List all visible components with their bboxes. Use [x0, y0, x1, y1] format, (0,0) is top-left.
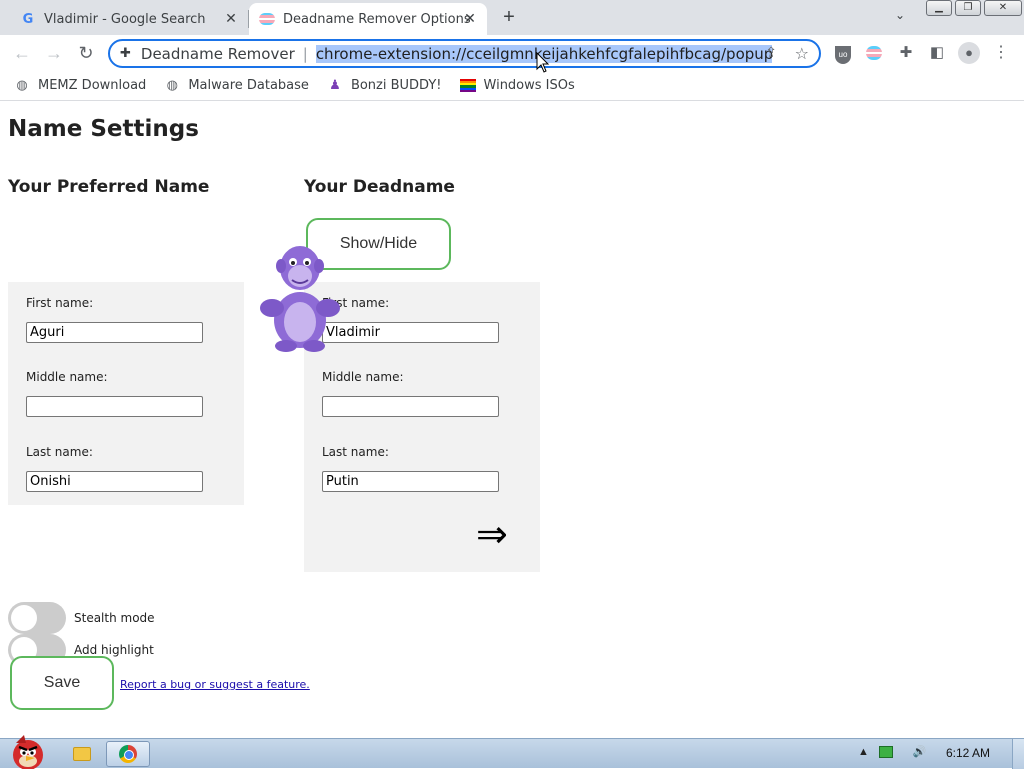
- tab-search-chevron-icon[interactable]: ⌄: [895, 8, 905, 22]
- preferred-last-name-input[interactable]: [26, 471, 203, 492]
- window-controls: ▁ ❐ ✕: [926, 0, 1024, 18]
- show-desktop-button[interactable]: [1012, 739, 1024, 769]
- taskbar-explorer[interactable]: [60, 741, 104, 767]
- deadname-heading: Your Deadname: [304, 177, 455, 197]
- preferred-name-panel: First name: Middle name: Last name:: [8, 282, 244, 505]
- tab-strip: G Vladimir - Google Search ✕ Deadname Re…: [0, 0, 1024, 35]
- window-close-button[interactable]: ✕: [984, 0, 1022, 16]
- bookmark-malware-database[interactable]: ◍ Malware Database: [164, 78, 309, 94]
- tab-google-search[interactable]: G Vladimir - Google Search ✕: [10, 3, 248, 35]
- share-icon[interactable]: ⇪: [765, 45, 777, 61]
- site-name: Deadname Remover: [140, 44, 295, 63]
- taskbar: ▲ 🔊 6:12 AM: [0, 735, 1024, 769]
- stealth-mode-toggle[interactable]: [8, 602, 66, 634]
- page-title: Name Settings: [8, 116, 199, 142]
- google-g-icon: G: [22, 11, 34, 27]
- middle-name-label: Middle name:: [26, 370, 108, 384]
- add-highlight-label: Add highlight: [74, 643, 154, 657]
- bookmarks-bar: ◍ MEMZ Download ◍ Malware Database ♟ Bon…: [0, 71, 1024, 101]
- system-tray: ▲ 🔊: [858, 745, 937, 758]
- deadname-last-name-input[interactable]: [322, 471, 499, 492]
- save-button[interactable]: Save: [10, 656, 114, 710]
- side-panel-icon[interactable]: ◧: [926, 42, 948, 64]
- new-tab-button[interactable]: +: [497, 6, 521, 30]
- volume-icon[interactable]: 🔊: [913, 745, 927, 758]
- stealth-mode-label: Stealth mode: [74, 611, 155, 625]
- close-icon[interactable]: ✕: [461, 10, 479, 28]
- trans-flag-icon: [259, 13, 275, 25]
- omnibox-divider: |: [302, 44, 308, 63]
- globe-icon: ◍: [16, 78, 28, 93]
- bookmark-label: Malware Database: [188, 78, 309, 93]
- bookmark-memz-download[interactable]: ◍ MEMZ Download: [14, 78, 146, 94]
- show-hidden-icons-icon[interactable]: ▲: [858, 746, 869, 758]
- back-arrow-icon[interactable]: ←: [10, 41, 34, 65]
- profile-avatar-icon[interactable]: ●: [958, 42, 980, 64]
- extensions-puzzle-icon[interactable]: ✚: [895, 42, 917, 64]
- kebab-menu-icon[interactable]: ⋮: [990, 42, 1012, 64]
- report-bug-link[interactable]: Report a bug or suggest a feature.: [120, 678, 310, 691]
- stealth-mode-toggle-row: Stealth mode: [8, 602, 155, 634]
- first-name-label: First name:: [26, 296, 94, 310]
- deadname-first-name-input[interactable]: [322, 322, 499, 343]
- address-bar[interactable]: ✚ Deadname Remover | chrome-extension://…: [108, 39, 821, 68]
- globe-icon: ◍: [166, 78, 178, 93]
- bookmark-windows-isos[interactable]: Windows ISOs: [459, 78, 575, 94]
- close-icon[interactable]: ✕: [222, 10, 240, 28]
- bookmark-star-icon[interactable]: ☆: [795, 44, 809, 63]
- bonzi-buddy-mascot[interactable]: [258, 238, 342, 352]
- bookmark-label: Bonzi BUDDY!: [350, 78, 442, 93]
- bookmark-bonzi-buddy[interactable]: ♟ Bonzi BUDDY!: [327, 78, 442, 94]
- forward-arrow-icon[interactable]: →: [42, 41, 66, 65]
- chrome-icon: [119, 745, 137, 763]
- double-right-arrow-icon[interactable]: ⇒: [476, 514, 508, 554]
- bookmark-label: MEMZ Download: [38, 78, 147, 93]
- preferred-name-heading: Your Preferred Name: [8, 177, 210, 197]
- taskbar-clock[interactable]: 6:12 AM: [946, 746, 990, 760]
- deadname-remover-extension-icon[interactable]: [863, 42, 885, 64]
- network-icon[interactable]: [878, 745, 893, 758]
- toggle-knob: [11, 605, 37, 631]
- minimize-button[interactable]: ▁: [926, 0, 952, 16]
- angry-bird-start-icon[interactable]: [2, 731, 50, 769]
- reload-icon[interactable]: ↻: [74, 41, 98, 65]
- tab-title: Deadname Remover Options: [283, 11, 471, 27]
- deadname-middle-name-input[interactable]: [322, 396, 499, 417]
- taskbar-chrome[interactable]: [106, 741, 150, 767]
- tab-deadname-remover-options[interactable]: Deadname Remover Options ✕: [249, 3, 487, 35]
- bookmark-label: Windows ISOs: [483, 78, 575, 93]
- options-page: Name Settings Your Preferred Name Your D…: [0, 102, 1024, 738]
- middle-name-label: Middle name:: [322, 370, 404, 384]
- tab-title: Vladimir - Google Search: [44, 11, 206, 27]
- folder-icon: [73, 747, 91, 761]
- mouse-cursor-icon: [536, 52, 550, 73]
- rainbow-flag-icon: [459, 78, 476, 94]
- restore-button[interactable]: ❐: [955, 0, 981, 16]
- extension-puzzle-icon: ✚: [120, 46, 131, 61]
- bonzi-icon: ♟: [329, 78, 341, 93]
- ublock-icon[interactable]: uo: [832, 42, 854, 64]
- preferred-first-name-input[interactable]: [26, 322, 203, 343]
- preferred-middle-name-input[interactable]: [26, 396, 203, 417]
- last-name-label: Last name:: [322, 445, 389, 459]
- last-name-label: Last name:: [26, 445, 93, 459]
